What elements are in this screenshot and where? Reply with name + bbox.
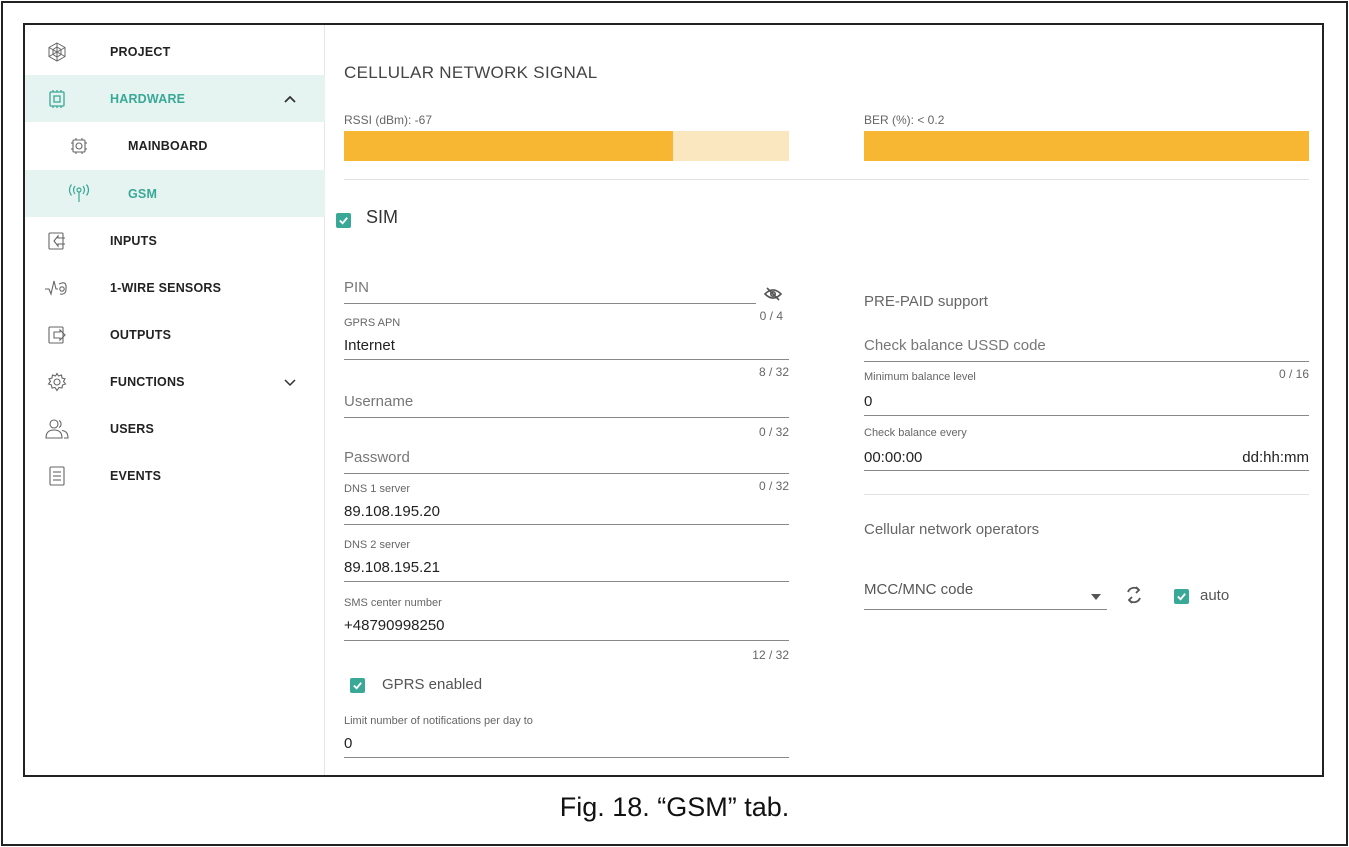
ber-label: BER (%): < 0.2 <box>864 113 945 127</box>
dns2-label: DNS 2 server <box>344 539 411 551</box>
sidebar-item-label: EVENTS <box>110 468 162 483</box>
mainboard-icon <box>67 134 91 158</box>
outputs-icon <box>45 323 69 347</box>
sms-center-field[interactable]: SMS center number +48790998250 12 / 32 <box>344 597 789 663</box>
divider <box>344 179 1309 180</box>
eye-off-icon[interactable] <box>763 287 783 306</box>
gprs-apn-label: GPRS APN <box>344 317 401 329</box>
dns2-value: 89.108.195.21 <box>344 559 440 576</box>
dns2-field[interactable]: DNS 2 server 89.108.195.21 <box>344 539 789 589</box>
sidebar-item-hardware[interactable]: HARDWARE <box>25 75 325 122</box>
gprs-apn-field[interactable]: GPRS APN Internet 8 / 32 <box>344 317 789 385</box>
mcc-mnc-select[interactable]: MCC/MNC code <box>864 581 1107 615</box>
rssi-label: RSSI (dBm): -67 <box>344 113 433 127</box>
sidebar-item-label: HARDWARE <box>110 91 186 106</box>
antenna-icon <box>67 182 91 206</box>
dns1-field[interactable]: DNS 1 server 89.108.195.20 <box>344 483 789 533</box>
auto-checkbox[interactable] <box>1174 589 1189 604</box>
gprs-enabled-checkbox[interactable] <box>350 678 365 693</box>
dropdown-arrow-icon <box>1091 587 1101 605</box>
min-balance-value: 0 <box>864 393 873 410</box>
sensor-icon <box>45 276 69 300</box>
users-icon <box>45 417 69 441</box>
figure-caption: Fig. 18. “GSM” tab. <box>559 792 790 822</box>
check-every-suffix: dd:hh:mm <box>1242 449 1309 466</box>
sidebar-item-label: USERS <box>110 421 155 436</box>
ussd-placeholder: Check balance USSD code <box>864 337 1046 354</box>
sidebar-item-label: PROJECT <box>110 44 171 59</box>
ber-bar-fill <box>864 131 1309 161</box>
min-balance-label: Minimum balance level <box>864 371 976 383</box>
operators-title: Cellular network operators <box>864 521 1040 538</box>
mcc-mnc-placeholder: MCC/MNC code <box>864 581 974 598</box>
rssi-bar <box>344 131 789 161</box>
divider <box>864 494 1309 495</box>
chevron-up-icon[interactable] <box>283 92 297 106</box>
project-icon <box>45 40 69 64</box>
sidebar-item-1wire-sensors[interactable]: 1-WIRE SENSORS <box>25 264 325 311</box>
sim-label: SIM <box>366 207 399 227</box>
sidebar-item-users[interactable]: USERS <box>25 405 325 452</box>
gear-icon <box>45 370 69 394</box>
sidebar-item-gsm[interactable]: GSM <box>25 170 325 217</box>
limit-notifications-value: 0 <box>344 735 353 752</box>
min-balance-field[interactable]: Minimum balance level 0 <box>864 371 1309 421</box>
sidebar-item-project[interactable]: PROJECT <box>25 28 325 75</box>
dns1-label: DNS 1 server <box>344 483 411 495</box>
sidebar-item-outputs[interactable]: OUTPUTS <box>25 311 325 358</box>
dns1-value: 89.108.195.20 <box>344 503 440 520</box>
prepaid-title: PRE-PAID support <box>864 293 988 310</box>
refresh-icon[interactable] <box>1125 585 1143 610</box>
gprs-apn-counter: 8 / 32 <box>758 365 789 379</box>
app-window: PROJECT HARDWARE MAINBOARD GSM INPUTS 1-… <box>23 23 1324 777</box>
sidebar-item-label: GSM <box>128 186 158 201</box>
sidebar-item-label: FUNCTIONS <box>110 374 185 389</box>
inputs-icon <box>45 229 69 253</box>
chevron-down-icon[interactable] <box>283 375 297 389</box>
check-every-value: 00:00:00 <box>864 449 923 466</box>
signal-section-title: CELLULAR NETWORK SIGNAL <box>344 63 598 82</box>
sim-checkbox[interactable] <box>336 213 351 228</box>
sms-center-value: +48790998250 <box>344 617 445 634</box>
hardware-icon <box>45 87 69 111</box>
username-placeholder: Username <box>344 393 414 410</box>
sidebar-item-inputs[interactable]: INPUTS <box>25 217 325 264</box>
sidebar-item-label: OUTPUTS <box>110 327 172 342</box>
gprs-enabled-label: GPRS enabled <box>382 676 483 693</box>
auto-label: auto <box>1200 587 1230 604</box>
main-content: CELLULAR NETWORK SIGNAL RSSI (dBm): -67 … <box>326 25 1322 775</box>
events-icon <box>45 464 69 488</box>
limit-notifications-label: Limit number of notifications per day to <box>344 715 533 727</box>
sms-center-label: SMS center number <box>344 597 442 609</box>
check-every-field[interactable]: Check balance every 00:00:00 dd:hh:mm <box>864 427 1309 477</box>
gprs-apn-value: Internet <box>344 337 395 354</box>
username-counter: 0 / 32 <box>758 425 789 439</box>
sidebar: PROJECT HARDWARE MAINBOARD GSM INPUTS 1-… <box>25 25 325 775</box>
password-placeholder: Password <box>344 449 410 466</box>
sidebar-item-label: 1-WIRE SENSORS <box>110 280 222 295</box>
rssi-bar-fill <box>344 131 674 161</box>
limit-notifications-field[interactable]: Limit number of notifications per day to… <box>344 715 789 765</box>
ber-bar <box>864 131 1309 161</box>
pin-placeholder: PIN <box>344 279 370 296</box>
sms-center-counter: 12 / 32 <box>752 648 789 662</box>
sidebar-item-functions[interactable]: FUNCTIONS <box>25 358 325 405</box>
sidebar-item-mainboard[interactable]: MAINBOARD <box>25 122 325 169</box>
check-every-label: Check balance every <box>864 427 967 439</box>
username-field[interactable]: Username 0 / 32 <box>344 393 789 453</box>
sidebar-item-events[interactable]: EVENTS <box>25 452 325 499</box>
sidebar-item-label: INPUTS <box>110 233 158 248</box>
sidebar-item-label: MAINBOARD <box>128 138 208 153</box>
